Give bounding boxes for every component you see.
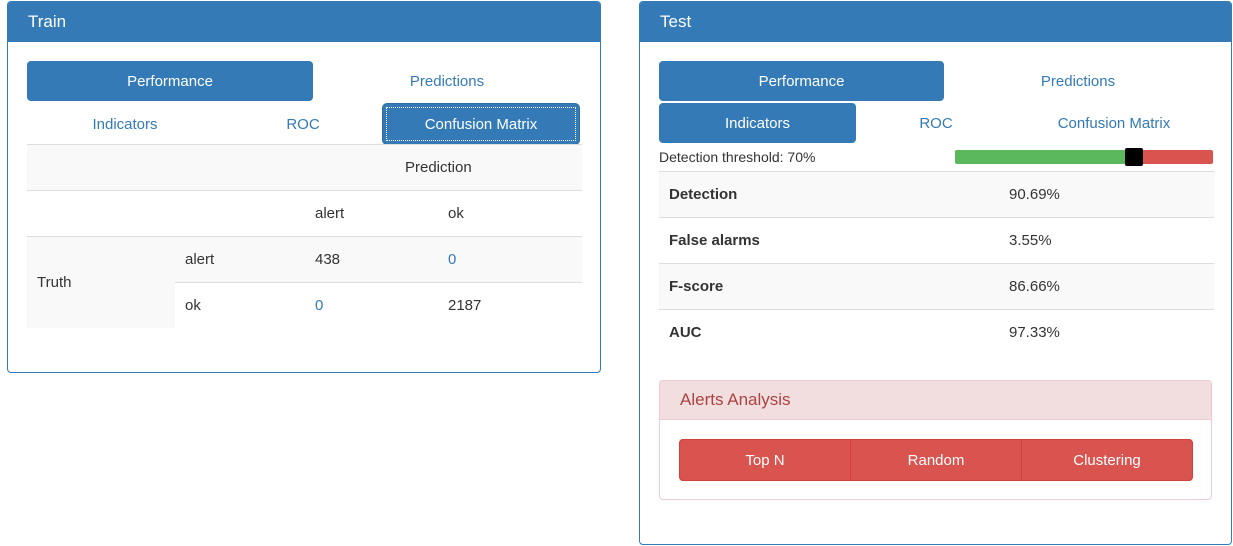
matrix-cell-ok-ok: 2187	[448, 296, 482, 314]
train-panel: Train Performance Predictions Indicators…	[7, 1, 601, 373]
indicator-value-detection: 90.69%	[1009, 186, 1060, 203]
matrix-col-header-ok: ok	[448, 204, 464, 222]
alerts-analysis-title: Alerts Analysis	[660, 381, 1211, 420]
indicator-name-auc: AUC	[669, 324, 702, 341]
test-tab-predictions[interactable]: Predictions	[946, 61, 1210, 101]
indicator-name-false-alarms: False alarms	[669, 232, 760, 249]
random-button[interactable]: Random	[850, 439, 1022, 481]
test-panel: Test Performance Predictions Indicators …	[639, 1, 1232, 545]
threshold-slider[interactable]	[955, 148, 1213, 166]
matrix-cell-ok-alert[interactable]: 0	[315, 282, 395, 328]
detection-threshold-label: Detection threshold: 70%	[659, 149, 816, 165]
indicator-value-auc: 97.33%	[1009, 324, 1060, 341]
test-subtab-confusion-matrix[interactable]: Confusion Matrix	[1016, 103, 1212, 143]
top-n-button[interactable]: Top N	[679, 439, 851, 481]
slider-low-segment	[955, 150, 1125, 164]
matrix-cell-alert-ok[interactable]: 0	[448, 236, 528, 282]
matrix-truth-label: Truth	[37, 273, 72, 291]
train-tab-predictions[interactable]: Predictions	[315, 61, 579, 101]
matrix-prediction-label: Prediction	[405, 158, 472, 176]
train-tab-performance[interactable]: Performance	[27, 61, 313, 101]
test-subtab-indicators[interactable]: Indicators	[659, 103, 856, 143]
train-panel-title: Train	[8, 2, 600, 42]
indicator-name-f-score: F-score	[669, 278, 724, 295]
test-subtab-roc[interactable]: ROC	[858, 103, 1014, 143]
matrix-row-label-ok: ok	[185, 296, 201, 314]
alerts-analysis-panel: Alerts Analysis Top N Random Clustering	[659, 380, 1212, 500]
train-subtab-confusion-matrix[interactable]: Confusion Matrix	[383, 104, 579, 144]
test-tab-performance[interactable]: Performance	[659, 61, 944, 101]
train-subtab-roc[interactable]: ROC	[225, 104, 381, 144]
matrix-col-header-alert: alert	[315, 204, 345, 222]
matrix-cell-alert-alert: 438	[315, 250, 341, 268]
slider-handle[interactable]	[1125, 148, 1143, 166]
slider-high-segment	[1143, 150, 1213, 164]
matrix-row-label-alert: alert	[185, 250, 215, 268]
indicator-name-detection: Detection	[669, 186, 738, 203]
clustering-button[interactable]: Clustering	[1021, 439, 1193, 481]
indicator-value-f-score: 86.66%	[1009, 278, 1060, 295]
train-subtab-indicators[interactable]: Indicators	[27, 104, 223, 144]
indicator-value-false-alarms: 3.55%	[1009, 232, 1052, 249]
test-panel-title: Test	[640, 2, 1231, 42]
